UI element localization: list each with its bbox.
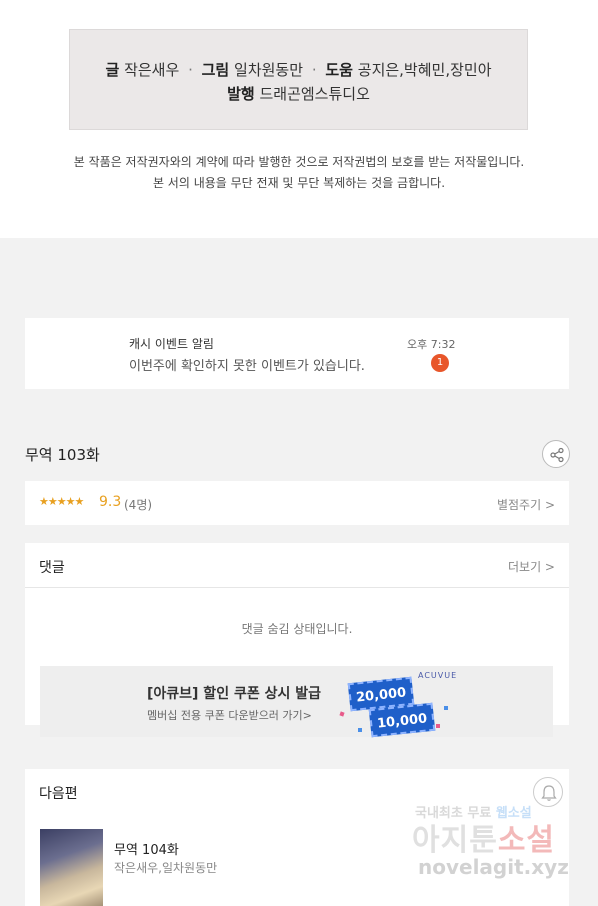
- share-icon: [550, 447, 564, 463]
- acuvue-ad-banner[interactable]: [아큐브] 할인 쿠폰 상시 발급 멤버십 전용 쿠폰 다운받으러 가기> AC…: [40, 666, 553, 738]
- writer-label: 글: [105, 61, 120, 79]
- watermark-text: 아지툰: [412, 823, 498, 858]
- art-name: 일차원동만: [234, 61, 304, 79]
- separator: ·: [311, 61, 317, 79]
- credits-line-1: 글 작은새우 · 그림 일차원동만 · 도움 공지은,박혜민,장민아: [70, 58, 527, 82]
- credits-box: 글 작은새우 · 그림 일차원동만 · 도움 공지은,박혜민,장민아 발행 드래…: [69, 29, 528, 130]
- next-episode-thumbnail[interactable]: [40, 829, 103, 906]
- watermark-line-2: 아지툰소설: [412, 815, 555, 859]
- confetti-decoration: [444, 706, 448, 710]
- copyright-line-1: 본 작품은 저작권자와의 계약에 따라 발행한 것으로 저작권법의 보호를 받는…: [73, 155, 525, 169]
- comments-more-link[interactable]: 더보기 >: [508, 558, 555, 575]
- confetti-decoration: [436, 724, 440, 728]
- share-button[interactable]: [542, 440, 570, 468]
- watermark: 국내최초 무료 웹소설 아지툰소설 novelagit.xyz: [410, 800, 590, 900]
- episode-end-section: 글 작은새우 · 그림 일차원동만 · 도움 공지은,박혜민,장민아 발행 드래…: [0, 0, 598, 238]
- credits-line-2: 발행 드래곤엠스튜디오: [70, 82, 527, 106]
- assist-label: 도움: [325, 61, 353, 79]
- rate-button[interactable]: 별점주기 >: [497, 496, 555, 513]
- separator: ·: [188, 61, 193, 79]
- publisher-label: 발행: [227, 85, 255, 103]
- assist-names: 공지은,박혜민,장민아: [357, 61, 492, 79]
- writer-name: 작은새우: [124, 61, 180, 79]
- art-label: 그림: [201, 61, 230, 79]
- next-episode-title[interactable]: 무역 104화: [114, 839, 179, 858]
- alert-badge: 1: [431, 354, 449, 372]
- rating-bar: ★★★★★ 9.3 (4명) 별점주기 >: [25, 481, 569, 525]
- next-episode-label: 다음편: [39, 786, 78, 802]
- comments-section: 댓글 더보기 > 댓글 숨김 상태입니다. [아큐브] 할인 쿠폰 상시 발급 …: [25, 543, 569, 738]
- ad-subtitle: 멤버십 전용 쿠폰 다운받으러 가기>: [147, 709, 312, 722]
- watermark-text: 소설: [497, 823, 556, 858]
- watermark-line-3: novelagit.xyz: [418, 855, 569, 879]
- comments-header: 댓글 더보기 >: [25, 543, 569, 588]
- star-rating-icon: ★★★★★: [39, 495, 84, 508]
- ad-brand-logo: ACUVUE: [418, 671, 458, 680]
- publisher-name: 드래곤엠스튜디오: [259, 85, 370, 103]
- copyright-line-2: 본 서의 내용을 무단 전재 및 무단 복제하는 것을 금합니다.: [152, 176, 446, 190]
- rating-count: (4명): [124, 498, 153, 512]
- alert-time: 오후 7:32: [407, 338, 456, 351]
- comments-hidden-message: 댓글 숨김 상태입니다.: [241, 622, 353, 636]
- alert-message: 이번주에 확인하지 못한 이벤트가 있습니다.: [129, 359, 365, 374]
- comments-label: 댓글: [39, 560, 65, 576]
- episode-title: 무역 103화: [25, 446, 100, 464]
- confetti-decoration: [339, 711, 345, 717]
- coupon-image-2: 10,000: [368, 702, 436, 738]
- cash-event-alert[interactable]: 캐시 이벤트 알림 이번주에 확인하지 못한 이벤트가 있습니다. 오후 7:3…: [25, 318, 569, 389]
- rating-score: 9.3: [99, 494, 122, 510]
- next-episode-author: 작은새우,일차원동만: [114, 861, 218, 875]
- confetti-decoration: [358, 728, 362, 732]
- copyright-notice: 본 작품은 저작권자와의 계약에 따라 발행한 것으로 저작권법의 보호를 받는…: [0, 152, 598, 194]
- alert-title: 캐시 이벤트 알림: [129, 337, 214, 351]
- ad-title: [아큐브] 할인 쿠폰 상시 발급: [147, 686, 321, 702]
